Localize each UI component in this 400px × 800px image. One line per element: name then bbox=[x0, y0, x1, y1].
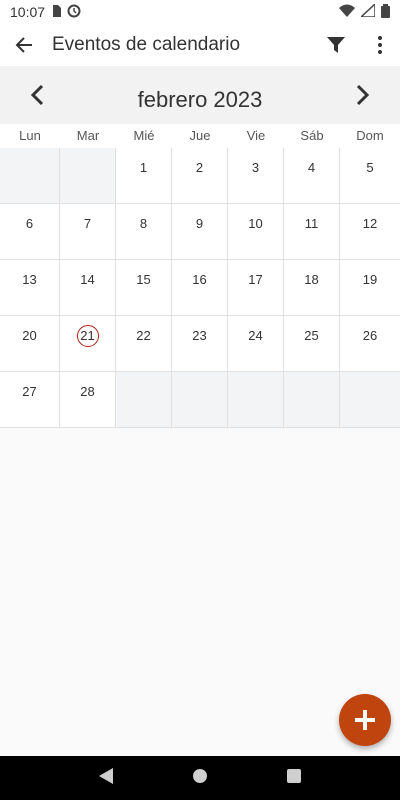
plus-icon bbox=[355, 710, 375, 730]
day-cell[interactable]: 10 bbox=[228, 204, 284, 260]
back-arrow-icon[interactable] bbox=[0, 24, 48, 66]
empty-day-cell bbox=[340, 372, 400, 428]
day-number: 18 bbox=[304, 272, 319, 287]
day-cell[interactable]: 2 bbox=[172, 148, 228, 204]
chevron-left-icon bbox=[30, 84, 44, 106]
weekday-label: Dom bbox=[356, 128, 384, 143]
day-cell[interactable]: 25 bbox=[284, 316, 340, 372]
back-triangle-icon[interactable] bbox=[99, 767, 114, 789]
day-number: 17 bbox=[248, 272, 263, 287]
day-number: 27 bbox=[22, 384, 37, 399]
home-circle-icon[interactable] bbox=[192, 768, 208, 789]
day-number: 20 bbox=[22, 328, 37, 343]
month-title: febrero 2023 bbox=[137, 87, 263, 112]
day-cell[interactable]: 19 bbox=[340, 260, 400, 316]
day-number: 7 bbox=[83, 216, 92, 231]
day-number: 28 bbox=[80, 384, 95, 399]
empty-day-cell bbox=[172, 372, 228, 428]
day-cell[interactable]: 24 bbox=[228, 316, 284, 372]
day-cell[interactable]: 4 bbox=[284, 148, 340, 204]
day-cell[interactable]: 23 bbox=[172, 316, 228, 372]
add-event-button[interactable] bbox=[339, 694, 391, 746]
recents-square-icon[interactable] bbox=[286, 768, 301, 788]
day-cell[interactable]: 12 bbox=[340, 204, 400, 260]
day-number: 16 bbox=[192, 272, 207, 287]
day-number: 8 bbox=[139, 216, 148, 231]
day-cell[interactable]: 27 bbox=[0, 372, 60, 428]
day-cell[interactable]: 11 bbox=[284, 204, 340, 260]
day-number: 26 bbox=[362, 328, 378, 343]
chevron-right-icon bbox=[356, 84, 370, 106]
day-cell[interactable]: 1 bbox=[116, 148, 172, 204]
weekday-label: Sáb bbox=[300, 128, 324, 143]
system-nav-bar bbox=[0, 756, 400, 800]
day-number: 6 bbox=[25, 216, 34, 231]
status-bar: 10:07 bbox=[0, 0, 400, 24]
status-time: 10:07 bbox=[10, 4, 46, 20]
filter-icon[interactable] bbox=[312, 24, 360, 66]
day-number: 1 bbox=[139, 160, 148, 175]
day-cell[interactable]: 16 bbox=[172, 260, 228, 316]
day-number: 15 bbox=[136, 272, 151, 287]
weekday-label: Jue bbox=[189, 128, 211, 143]
day-cell[interactable]: 21 bbox=[60, 316, 116, 372]
next-month-button[interactable] bbox=[326, 66, 400, 124]
day-cell[interactable]: 13 bbox=[0, 260, 60, 316]
empty-day-cell bbox=[284, 372, 340, 428]
weekday-label: Vie bbox=[246, 128, 266, 143]
empty-day-cell bbox=[0, 148, 60, 204]
day-number: 23 bbox=[192, 328, 207, 343]
calendar-grid: 1 2 3 4 5 6 7 8 9 10 11 12 13 14 15 16 17 18 19 20 21 22 23 24 2… bbox=[0, 148, 400, 428]
day-number: 19 bbox=[362, 272, 378, 287]
page-title: Eventos de calendario bbox=[52, 34, 241, 55]
weekday-label: Mar bbox=[76, 128, 100, 143]
empty-day-cell bbox=[116, 372, 172, 428]
month-header: febrero 2023 bbox=[0, 66, 400, 124]
signal-icon bbox=[359, 2, 376, 20]
day-cell[interactable]: 20 bbox=[0, 316, 60, 372]
sim-card-icon bbox=[51, 4, 62, 20]
day-number: 24 bbox=[248, 328, 263, 343]
more-vert-icon[interactable] bbox=[360, 24, 400, 66]
day-cell[interactable]: 9 bbox=[172, 204, 228, 260]
day-number: 11 bbox=[304, 216, 319, 231]
day-number: 10 bbox=[248, 216, 263, 231]
day-cell[interactable]: 18 bbox=[284, 260, 340, 316]
battery-icon bbox=[381, 3, 390, 21]
day-cell[interactable]: 28 bbox=[60, 372, 116, 428]
day-cell[interactable]: 8 bbox=[116, 204, 172, 260]
day-number: 13 bbox=[22, 272, 37, 287]
day-cell[interactable]: 22 bbox=[116, 316, 172, 372]
day-number: 3 bbox=[251, 160, 260, 175]
day-cell[interactable]: 14 bbox=[60, 260, 116, 316]
day-number: 14 bbox=[80, 272, 95, 287]
empty-day-cell bbox=[228, 372, 284, 428]
day-number: 2 bbox=[195, 160, 204, 175]
sync-icon bbox=[67, 4, 81, 21]
wifi-icon bbox=[339, 4, 355, 20]
weekday-header: Lun Mar Mié Jue Vie Sáb Dom bbox=[0, 124, 400, 149]
day-number: 25 bbox=[304, 328, 319, 343]
day-cell[interactable]: 6 bbox=[0, 204, 60, 260]
today-day-number: 21 bbox=[76, 325, 99, 347]
day-cell[interactable]: 26 bbox=[340, 316, 400, 372]
app-bar: Eventos de calendario bbox=[0, 24, 400, 66]
day-cell[interactable]: 5 bbox=[340, 148, 400, 204]
day-number: 9 bbox=[195, 216, 204, 231]
day-number: 5 bbox=[366, 160, 374, 175]
day-cell[interactable]: 7 bbox=[60, 204, 116, 260]
prev-month-button[interactable] bbox=[0, 66, 74, 124]
day-cell[interactable]: 17 bbox=[228, 260, 284, 316]
day-number: 22 bbox=[136, 328, 151, 343]
weekday-label: Lun bbox=[19, 128, 41, 143]
day-cell[interactable]: 15 bbox=[116, 260, 172, 316]
day-number: 4 bbox=[307, 160, 316, 175]
day-cell[interactable]: 3 bbox=[228, 148, 284, 204]
weekday-label: Mié bbox=[133, 128, 155, 143]
day-number: 12 bbox=[362, 216, 378, 231]
empty-day-cell bbox=[60, 148, 116, 204]
